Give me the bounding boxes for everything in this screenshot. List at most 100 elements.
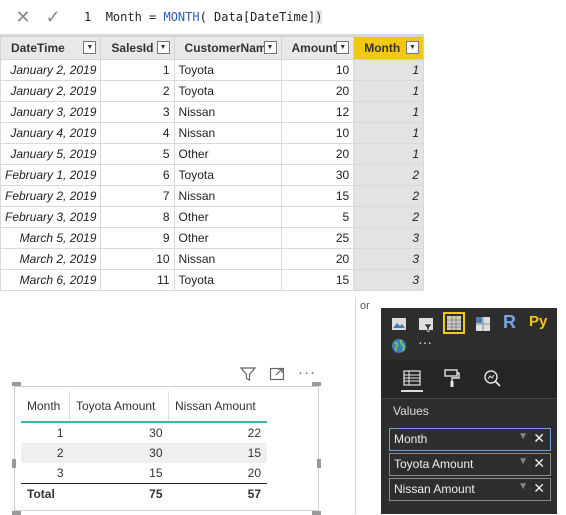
column-header-month[interactable]: Month ▼ <box>353 36 424 60</box>
cell-customername: Nissan <box>173 122 282 144</box>
resize-handle[interactable] <box>312 382 321 386</box>
cell-month: 2 <box>353 185 424 207</box>
fields-tab-icon[interactable] <box>401 368 423 392</box>
matrix-cell: 20 <box>247 466 261 480</box>
data-grid: DateTime ▼ SalesId ▼ CustomerName ▼ Amount ▼ Mon… <box>0 36 424 291</box>
column-header-salesid[interactable]: SalesId ▼ <box>100 36 175 60</box>
matrix-cell: 30 <box>69 443 169 463</box>
cell-salesid: 2 <box>100 80 175 102</box>
value-well-toyota-amount[interactable]: Toyota Amount ▼ ✕ <box>389 453 551 476</box>
value-well-month[interactable]: Month ▼ ✕ <box>389 428 551 451</box>
value-well-label: Month <box>394 432 428 446</box>
column-header-amount[interactable]: Amount ▼ <box>280 36 355 60</box>
cancel-formula-icon[interactable]: ✕ <box>14 8 32 26</box>
matrix-row[interactable]: 1 30 22 <box>21 422 267 443</box>
column-header-customername[interactable]: CustomerName ▼ <box>173 36 282 60</box>
table-row[interactable]: March 5, 2019 9 Other 25 3 <box>0 227 424 249</box>
matrix-cell: 2 <box>21 443 70 463</box>
remove-field-icon[interactable]: ✕ <box>533 455 545 472</box>
filter-icon[interactable] <box>239 366 257 386</box>
cell-datetime: January 4, 2019 <box>0 122 102 144</box>
resize-handle[interactable] <box>317 459 321 468</box>
resize-handle[interactable] <box>12 511 21 515</box>
cell-datetime: March 6, 2019 <box>0 269 102 291</box>
visualizations-pane: R Py ··· Values Month ▼ ✕ Toyota Amount … <box>381 308 557 514</box>
resize-handle[interactable] <box>12 459 16 468</box>
table-row[interactable]: January 4, 2019 4 Nissan 10 1 <box>0 122 424 144</box>
cell-customername: Other <box>173 227 282 249</box>
map-visual-icon[interactable] <box>391 316 407 332</box>
more-visuals-icon[interactable]: ··· <box>418 334 442 350</box>
cell-datetime: February 1, 2019 <box>0 164 102 186</box>
table-row[interactable]: February 2, 2019 7 Nissan 15 2 <box>0 185 424 207</box>
table-row[interactable]: March 2, 2019 10 Nissan 20 3 <box>0 248 424 270</box>
cell-month: 2 <box>353 206 424 228</box>
more-options-icon[interactable]: ··· <box>298 364 316 381</box>
column-filter-dropdown-icon[interactable]: ▼ <box>156 41 170 54</box>
column-header-label: Month <box>364 41 401 55</box>
commit-formula-icon[interactable]: ✓ <box>44 8 62 26</box>
matrix-header-toyota[interactable]: Toyota Amount <box>69 391 169 423</box>
column-header-label: DateTime <box>11 41 65 55</box>
cell-datetime: February 2, 2019 <box>0 185 102 207</box>
column-filter-dropdown-icon[interactable]: ▼ <box>406 41 419 54</box>
format-tab-icon[interactable] <box>441 368 463 390</box>
column-filter-dropdown-icon[interactable]: ▼ <box>336 41 350 54</box>
cell-datetime: March 5, 2019 <box>0 227 102 249</box>
table-row[interactable]: January 2, 2019 2 Toyota 20 1 <box>0 80 424 102</box>
column-header-datetime[interactable]: DateTime ▼ <box>0 36 102 60</box>
table-row[interactable]: March 6, 2019 11 Toyota 15 3 <box>0 269 424 291</box>
table-row[interactable]: January 5, 2019 5 Other 20 1 <box>0 143 424 165</box>
table-row[interactable]: January 2, 2019 1 Toyota 10 1 <box>0 59 424 81</box>
cell-month: 2 <box>353 164 424 186</box>
chevron-down-icon[interactable]: ▼ <box>518 481 528 492</box>
formula-input[interactable]: 1 Month = MONTH( Data[DateTime]) <box>84 10 323 24</box>
resize-handle[interactable] <box>12 382 21 386</box>
analytics-tab-icon[interactable] <box>481 368 503 390</box>
matrix-cell: 1 <box>56 426 64 440</box>
cell-salesid: 11 <box>100 269 175 291</box>
value-well-nissan-amount[interactable]: Nissan Amount ▼ ✕ <box>389 478 551 501</box>
cell-customername: Other <box>173 206 282 228</box>
matrix-cell: 15 <box>149 466 163 480</box>
matrix-visual-icon[interactable] <box>475 316 491 332</box>
table-row[interactable]: February 3, 2019 8 Other 5 2 <box>0 206 424 228</box>
remove-field-icon[interactable]: ✕ <box>533 480 545 497</box>
matrix-visual[interactable]: Month Toyota Amount Nissan Amount 1 30 2… <box>12 382 321 515</box>
cell-datetime: January 2, 2019 <box>0 59 102 81</box>
matrix-cell: 3 <box>56 466 64 480</box>
python-visual-icon[interactable]: Py <box>529 313 551 330</box>
column-header-label: SalesId <box>111 41 154 55</box>
formula-close-paren: ) <box>315 10 323 24</box>
chevron-down-icon[interactable]: ▼ <box>518 456 528 467</box>
data-table: DateTime ▼ SalesId ▼ CustomerName ▼ Amount ▼ Mon… <box>0 36 424 291</box>
column-filter-dropdown-icon[interactable]: ▼ <box>263 41 277 54</box>
table-row[interactable]: January 3, 2019 3 Nissan 12 1 <box>0 101 424 123</box>
cell-amount: 5 <box>280 206 355 228</box>
matrix-header-nissan[interactable]: Nissan Amount <box>168 391 267 423</box>
r-visual-icon[interactable]: R <box>503 312 523 332</box>
values-section-label: Values <box>393 404 429 418</box>
matrix-row[interactable]: 2 30 15 <box>21 443 267 463</box>
cell-customername: Toyota <box>173 80 282 102</box>
focus-mode-icon[interactable] <box>269 366 285 386</box>
globe-visual-icon[interactable] <box>391 338 407 354</box>
matrix-row[interactable]: 3 15 20 <box>21 463 267 484</box>
cell-amount: 15 <box>280 185 355 207</box>
matrix-total-label: Total <box>21 483 70 504</box>
formula-function: MONTH <box>163 10 200 24</box>
matrix-total-nissan: 57 <box>168 483 267 504</box>
formula-bar: ✕ ✓ 1 Month = MONTH( Data[DateTime]) <box>0 0 424 36</box>
chevron-down-icon[interactable]: ▼ <box>518 431 528 442</box>
table-visual-icon[interactable] <box>443 312 465 334</box>
resize-handle[interactable] <box>312 511 321 515</box>
remove-field-icon[interactable]: ✕ <box>533 430 545 447</box>
table-row[interactable]: February 1, 2019 6 Toyota 30 2 <box>0 164 424 186</box>
cell-datetime: January 5, 2019 <box>0 143 102 165</box>
slicer-visual-icon[interactable] <box>418 316 434 333</box>
column-filter-dropdown-icon[interactable]: ▼ <box>83 41 97 54</box>
cell-salesid: 5 <box>100 143 175 165</box>
matrix-header-month[interactable]: Month <box>21 391 70 423</box>
cell-customername: Toyota <box>173 269 282 291</box>
cell-month: 1 <box>353 80 424 102</box>
